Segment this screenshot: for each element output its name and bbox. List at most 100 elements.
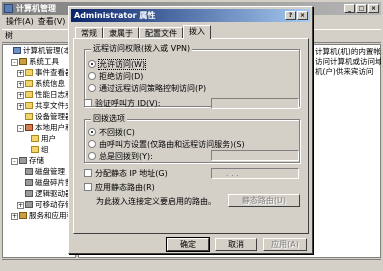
static-ip-checkbox[interactable] — [84, 169, 92, 177]
disk-icon — [25, 201, 33, 208]
tree-item[interactable]: 用户 — [3, 133, 75, 144]
deny-access-label: 拒绝访问(D) — [99, 72, 144, 81]
disk-icon — [25, 168, 33, 175]
tree-item[interactable]: 逻辑驱动器 — [3, 188, 75, 199]
verify-caller-id-label: 验证呼叫方 ID(V): — [95, 99, 161, 108]
tree-item-label: 设备管理器 — [35, 112, 73, 121]
tree-item-label: 事件查看器 — [35, 68, 73, 77]
tree-item[interactable]: - 系统工具 — [3, 56, 75, 67]
tree-item-label: 可移动存储 — [35, 200, 73, 209]
minimize-button[interactable]: _ — [344, 4, 355, 13]
disk-icon — [25, 190, 33, 197]
always-callback-option[interactable]: 总是回拨到(Y): — [88, 152, 153, 162]
folder-icon — [31, 135, 39, 142]
maximize-button[interactable]: □ — [356, 4, 367, 13]
caller-set-callback-label: 由呼叫方设置(仅路由和远程访问服务)(S) — [99, 140, 245, 149]
folder-icon — [25, 102, 33, 109]
no-callback-label: 不回拨(C) — [99, 128, 135, 137]
tree-item-label: 性能日志和 — [35, 90, 73, 99]
expand-icon[interactable]: + — [17, 103, 24, 110]
tree-item[interactable]: - 存储 — [3, 155, 75, 166]
dialog-title: Administrator 属性 — [74, 11, 156, 20]
menu-view[interactable]: 查看(V) — [38, 16, 66, 28]
static-routes-label: 应用静态路由(R) — [95, 183, 155, 192]
tree-item[interactable]: 计算机管理(本地) — [3, 45, 75, 56]
tree-item-label: 用户 — [41, 134, 56, 143]
tree-item[interactable]: +服务和应用程序 — [3, 210, 75, 221]
computer-management-icon — [4, 4, 13, 13]
tree-item[interactable]: + 共享文件夹 — [3, 100, 75, 111]
folder-icon — [25, 113, 33, 120]
menu-action[interactable]: 操作(A) — [6, 16, 34, 28]
ip-placeholder: . . . — [226, 169, 239, 178]
disk-icon — [25, 179, 33, 186]
status-bar — [2, 259, 381, 269]
apply-button[interactable]: 应用(A) — [263, 238, 307, 251]
caller-set-callback-radio[interactable] — [88, 140, 96, 148]
allow-access-label: 允许访问(W) — [97, 59, 147, 70]
dialog-title-bar[interactable]: Administrator 属性 ? × — [71, 9, 310, 22]
tree-item[interactable]: 磁盘碎片整 — [3, 177, 75, 188]
tab-dial-in[interactable]: 拨入 — [183, 25, 211, 39]
policy-access-label: 通过远程访问策略控制访问(P) — [99, 84, 207, 93]
tree-tab[interactable]: 树 — [2, 29, 13, 43]
tools-icon — [19, 212, 27, 219]
tree-item[interactable]: + 性能日志和 — [3, 89, 75, 100]
users-icon — [25, 124, 33, 131]
policy-access-option[interactable]: 通过远程访问策略控制访问(P) — [88, 84, 206, 94]
collapse-icon[interactable]: - — [11, 158, 18, 165]
expand-icon[interactable]: + — [17, 202, 24, 209]
caller-id-field[interactable] — [211, 98, 299, 109]
tree-item-label: 共享文件夹 — [35, 101, 73, 110]
always-callback-radio[interactable] — [88, 152, 96, 160]
tree-item[interactable]: - 本地用户和 — [3, 122, 75, 133]
deny-access-radio[interactable] — [88, 72, 96, 80]
verify-caller-id-checkbox[interactable] — [84, 99, 92, 107]
tree-item[interactable]: + 系统信息 — [3, 78, 75, 89]
tree-item[interactable]: + 事件查看器 — [3, 67, 75, 78]
static-routes-button[interactable]: 静态路由(U) — [228, 194, 300, 207]
static-ip-label: 分配静态 IP 地址(G) — [95, 169, 168, 178]
static-routes-option[interactable]: 应用静态路由(R) — [84, 183, 155, 193]
allow-access-radio[interactable] — [88, 60, 96, 68]
deny-access-option[interactable]: 拒绝访问(D) — [88, 72, 143, 82]
no-callback-radio[interactable] — [88, 128, 96, 136]
dialog-close-button[interactable]: × — [297, 11, 308, 20]
verify-caller-id-option[interactable]: 验证呼叫方 ID(V): — [84, 99, 160, 109]
expand-icon[interactable]: + — [17, 92, 24, 99]
tree-item-label: 存储 — [29, 156, 44, 165]
detail-text-line: 访问计算机或访问域 — [315, 57, 381, 66]
static-ip-option[interactable]: 分配静态 IP 地址(G) — [84, 169, 168, 179]
tree-item[interactable]: + 可移动存储 — [3, 199, 75, 210]
remote-access-group-label: 远程访问权限(拨入或 VPN) — [91, 44, 193, 54]
static-ip-field[interactable]: . . . — [211, 168, 299, 179]
no-callback-option[interactable]: 不回拨(C) — [88, 128, 135, 138]
computer-icon — [13, 47, 21, 54]
tree-item-label: 磁盘管理 — [35, 167, 65, 176]
folder-icon — [25, 69, 33, 76]
disk-icon — [19, 157, 27, 164]
close-button[interactable]: × — [368, 4, 379, 13]
ok-button[interactable]: 确定 — [167, 238, 209, 251]
collapse-icon[interactable]: - — [17, 125, 24, 132]
expand-icon[interactable]: + — [17, 70, 24, 77]
console-tree[interactable]: 计算机管理(本地) - 系统工具 + 事件查看器 + 系统信息 + 性能日志和 + 共享文件夹 设备管… — [2, 44, 76, 258]
callback-number-field[interactable] — [211, 150, 299, 161]
caller-set-callback-option[interactable]: 由呼叫方设置(仅路由和远程访问服务)(S) — [88, 140, 245, 150]
tree-item[interactable]: 设备管理器 — [3, 111, 75, 122]
folder-icon — [31, 146, 39, 153]
expand-icon[interactable]: + — [11, 213, 18, 220]
tree-item[interactable]: 磁盘管理 — [3, 166, 75, 177]
policy-access-radio[interactable] — [88, 84, 96, 92]
administrator-properties-dialog: Administrator 属性 ? × 常规 隶属于 配置文件 拨入 远程访问… — [68, 6, 313, 254]
always-callback-label: 总是回拨到(Y): — [99, 152, 153, 161]
tree-item[interactable]: 组 — [3, 144, 75, 155]
collapse-icon[interactable]: - — [11, 59, 18, 66]
expand-icon[interactable]: + — [17, 81, 24, 88]
allow-access-option[interactable]: 允许访问(W) — [88, 59, 147, 70]
help-button[interactable]: ? — [285, 11, 296, 20]
cancel-button[interactable]: 取消 — [215, 238, 257, 251]
tree-item-label: 磁盘碎片整 — [35, 178, 73, 187]
tools-icon — [19, 58, 27, 65]
static-routes-checkbox[interactable] — [84, 183, 92, 191]
